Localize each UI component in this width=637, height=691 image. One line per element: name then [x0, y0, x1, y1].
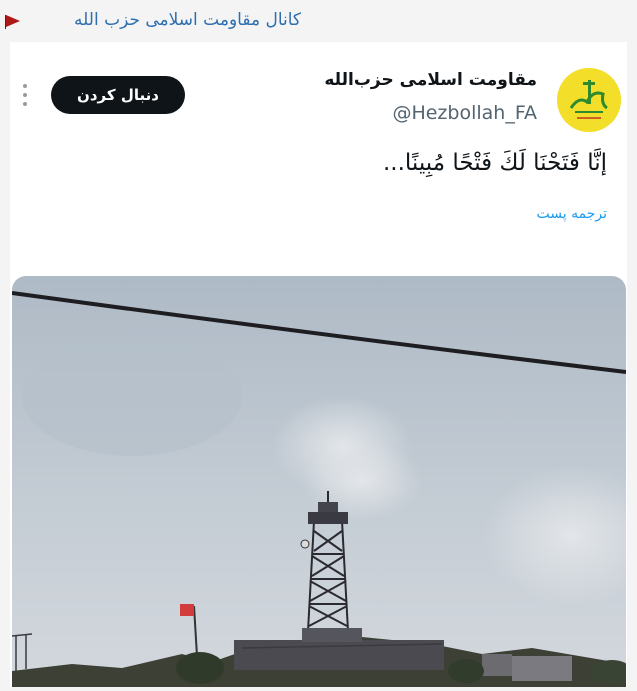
- follow-button[interactable]: دنبال کردن: [51, 76, 185, 114]
- tweet-text: إنَّا فَتَحْنَا لَكَ فَتْحًا مُبِينًا...: [382, 150, 607, 176]
- more-vertical-icon[interactable]: [22, 84, 28, 108]
- avatar[interactable]: [557, 68, 621, 132]
- channel-title[interactable]: کانال مقاومت اسلامی حزب الله: [74, 10, 301, 30]
- translate-post-link[interactable]: ترجمه پست: [537, 206, 607, 222]
- tweet-card: دنبال کردن مقاومت اسلامی حزب‌الله @Hezbo…: [10, 42, 627, 687]
- handle[interactable]: @Hezbollah_FA: [392, 102, 537, 124]
- tower-photo: [12, 276, 626, 687]
- channel-header: کانال مقاومت اسلامی حزب الله: [0, 0, 637, 40]
- flag-icon: [5, 15, 20, 29]
- tweet-media-image[interactable]: [12, 276, 626, 687]
- display-name[interactable]: مقاومت اسلامی حزب‌الله: [324, 70, 537, 90]
- hezbollah-logo-icon: [557, 68, 621, 132]
